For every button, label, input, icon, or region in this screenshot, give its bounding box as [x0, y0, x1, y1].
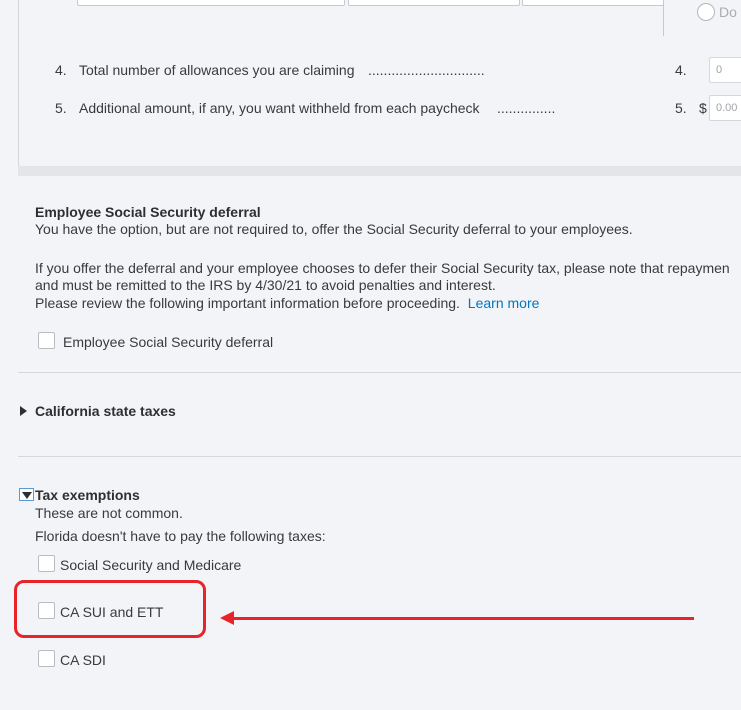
tax-exemptions-toggle[interactable]: Tax exemptions — [35, 487, 140, 503]
annotation-arrow-head — [220, 611, 234, 625]
expand-right-icon[interactable] — [20, 406, 27, 416]
exemptions-note1: These are not common. — [35, 505, 183, 521]
withholding-panel — [18, 0, 741, 166]
ss-deferral-title: Employee Social Security deferral — [35, 204, 261, 220]
ss-medicare-checkbox[interactable] — [38, 555, 55, 572]
row-5-ref: 5. — [675, 100, 687, 116]
ss-deferral-line3: and must be remitted to the IRS by 4/30/… — [35, 277, 496, 293]
exemptions-note2: Florida doesn't have to pay the followin… — [35, 528, 326, 544]
triangle-down-glyph — [22, 492, 32, 499]
collapse-down-icon[interactable] — [19, 488, 34, 501]
row-4-label: Total number of allowances you are claim… — [79, 62, 355, 78]
ss-medicare-label: Social Security and Medicare — [60, 557, 242, 573]
section-divider-1 — [18, 372, 741, 373]
ss-deferral-line4-text: Please review the following important in… — [35, 295, 460, 311]
section-divider-2 — [18, 456, 741, 457]
ss-deferral-line1: You have the option, but are not require… — [35, 221, 633, 237]
ss-deferral-line2: If you offer the deferral and your emplo… — [35, 260, 730, 276]
row-4-ref: 4. — [675, 62, 687, 78]
ss-deferral-checkbox[interactable] — [38, 332, 55, 349]
row-5-dots: ............... — [497, 100, 556, 116]
currency-symbol: $ — [699, 100, 707, 116]
row-4-number: 4. — [55, 62, 67, 78]
do-not-withhold-label: Do — [719, 4, 737, 20]
exemptions-input[interactable] — [348, 0, 520, 6]
california-taxes-toggle[interactable]: California state taxes — [35, 403, 176, 419]
row-4-dots: .............................. — [368, 62, 485, 78]
row-5-number: 5. — [55, 100, 67, 116]
panel-divider — [18, 166, 741, 176]
annotation-arrow-line — [232, 617, 694, 620]
ca-sdi-label: CA SDI — [60, 652, 106, 668]
extra-input[interactable] — [522, 0, 664, 6]
allowances-input[interactable]: 0 — [709, 57, 741, 83]
ss-deferral-line4: Please review the following important in… — [35, 295, 539, 312]
highlight-box — [14, 580, 206, 638]
row-5-label: Additional amount, if any, you want with… — [79, 100, 480, 116]
learn-more-link[interactable]: Learn more — [468, 295, 540, 311]
ca-sdi-checkbox[interactable] — [38, 650, 55, 667]
ss-deferral-checkbox-label: Employee Social Security deferral — [63, 334, 274, 350]
column-divider — [663, 0, 664, 36]
additional-amount-input[interactable]: 0.00 — [709, 95, 741, 121]
filing-status-input[interactable] — [77, 0, 345, 6]
do-not-withhold-radio[interactable] — [697, 3, 715, 21]
